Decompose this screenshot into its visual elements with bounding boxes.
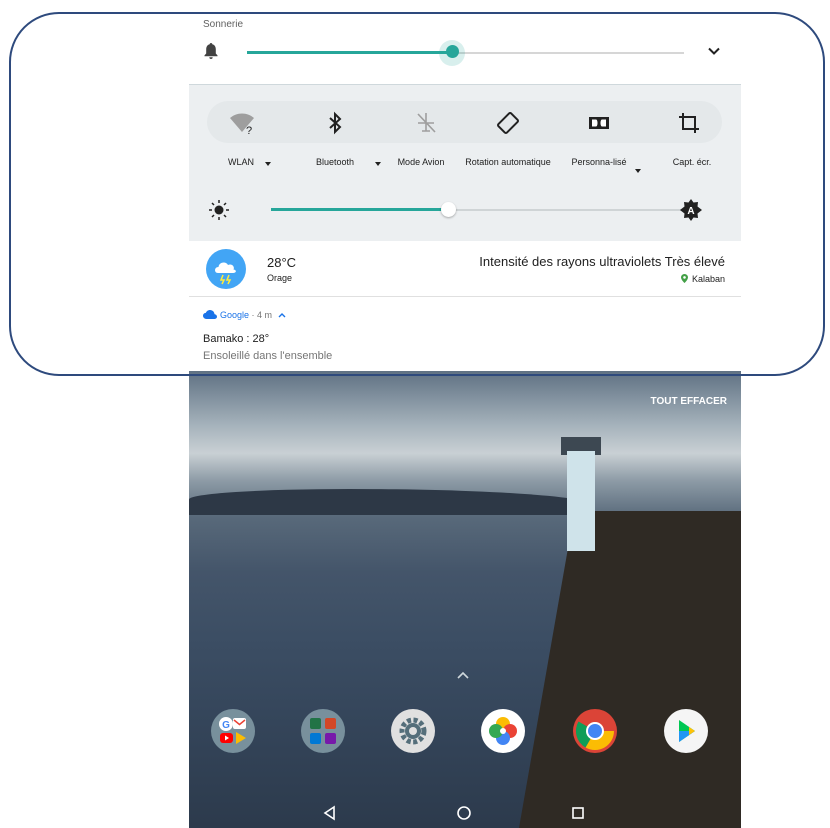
tile-rotation-label[interactable]: Rotation automatique (463, 157, 553, 168)
tile-personnalise-label[interactable]: Personna-lisé (569, 157, 629, 168)
wallpaper-pier (519, 511, 741, 828)
google-notification[interactable]: Google · 4 m Bamako : 28° Ensoleillé dan… (189, 297, 741, 371)
crop-icon[interactable] (676, 110, 702, 136)
svg-text:?: ? (246, 125, 252, 136)
uv-index: Intensité des rayons ultraviolets Très é… (479, 254, 725, 269)
tile-wlan-label[interactable]: WLAN (195, 157, 287, 168)
google-folder-icon[interactable]: G (211, 709, 255, 753)
bluetooth-icon[interactable] (322, 110, 348, 136)
weather-location: Kalaban (680, 274, 725, 284)
weather-temperature: 28°C (267, 255, 297, 270)
chrome-icon[interactable] (573, 709, 617, 753)
tile-screenshot-label[interactable]: Capt. écr. (646, 157, 738, 168)
back-icon[interactable] (322, 805, 338, 821)
notification-shade: Sonnerie ? WLAN Bluetooth Mode Avion Rot… (189, 0, 741, 828)
volume-slider[interactable] (247, 40, 684, 66)
weather-location-label: Kalaban (691, 274, 725, 284)
play-store-icon[interactable] (664, 709, 708, 753)
auto-rotate-icon[interactable] (495, 110, 521, 136)
volume-title: Sonnerie (203, 19, 244, 30)
chevron-down-icon[interactable] (707, 46, 721, 56)
brightness-slider-fill (271, 208, 449, 211)
wallpaper-lighthouse (567, 451, 595, 551)
volume-panel: Sonnerie (189, 0, 741, 85)
personnalise-dropdown-icon[interactable] (635, 169, 641, 173)
navigation-bar (189, 799, 741, 828)
tile-airplane-label[interactable]: Mode Avion (375, 157, 467, 168)
thunderstorm-icon (206, 249, 246, 289)
wlan-dropdown-icon[interactable] (265, 162, 271, 166)
weather-widget[interactable]: 28°C Orage Intensité des rayons ultravio… (189, 241, 741, 297)
weather-condition: Orage (267, 273, 293, 283)
home-icon[interactable] (456, 805, 472, 821)
svg-text:G: G (222, 720, 230, 731)
notification-app-name: Google (220, 310, 250, 320)
app-drawer-up-icon[interactable] (457, 671, 469, 679)
airplane-off-icon[interactable] (413, 110, 439, 136)
photos-icon[interactable] (481, 709, 525, 753)
cloud-icon (203, 310, 217, 319)
auto-brightness-icon[interactable]: A (679, 198, 703, 222)
uv-level: Très élevé (664, 254, 725, 269)
svg-text:A: A (687, 206, 694, 217)
wifi-unknown-icon[interactable]: ? (229, 110, 255, 136)
notification-header: Google · 4 m (203, 310, 286, 320)
settings-icon[interactable] (391, 709, 435, 753)
brightness-slider-thumb[interactable] (441, 202, 457, 217)
notification-time: · 4 m (251, 310, 273, 320)
brightness-low-icon (209, 200, 229, 220)
chevron-up-icon[interactable] (278, 312, 286, 318)
uv-label: Intensité des rayons ultraviolets (479, 254, 662, 269)
clear-all-button[interactable]: TOUT EFFACER (651, 396, 727, 407)
recents-icon[interactable] (570, 805, 586, 821)
office-folder-icon[interactable] (301, 709, 345, 753)
quick-settings-pill (207, 101, 722, 143)
wallpaper-hill (189, 489, 589, 515)
dolby-icon[interactable] (586, 110, 612, 136)
volume-slider-fill (247, 51, 453, 54)
location-pin-icon (680, 274, 688, 283)
tile-bluetooth-label[interactable]: Bluetooth (289, 157, 381, 168)
notification-text: Ensoleillé dans l'ensemble (203, 350, 333, 362)
brightness-slider[interactable] (271, 202, 683, 217)
home-wallpaper: TOUT EFFACER G (189, 371, 741, 828)
bell-icon[interactable] (203, 42, 219, 60)
notification-title: Bamako : 28° (203, 333, 270, 345)
quick-settings: ? WLAN Bluetooth Mode Avion Rotation aut… (189, 85, 741, 241)
